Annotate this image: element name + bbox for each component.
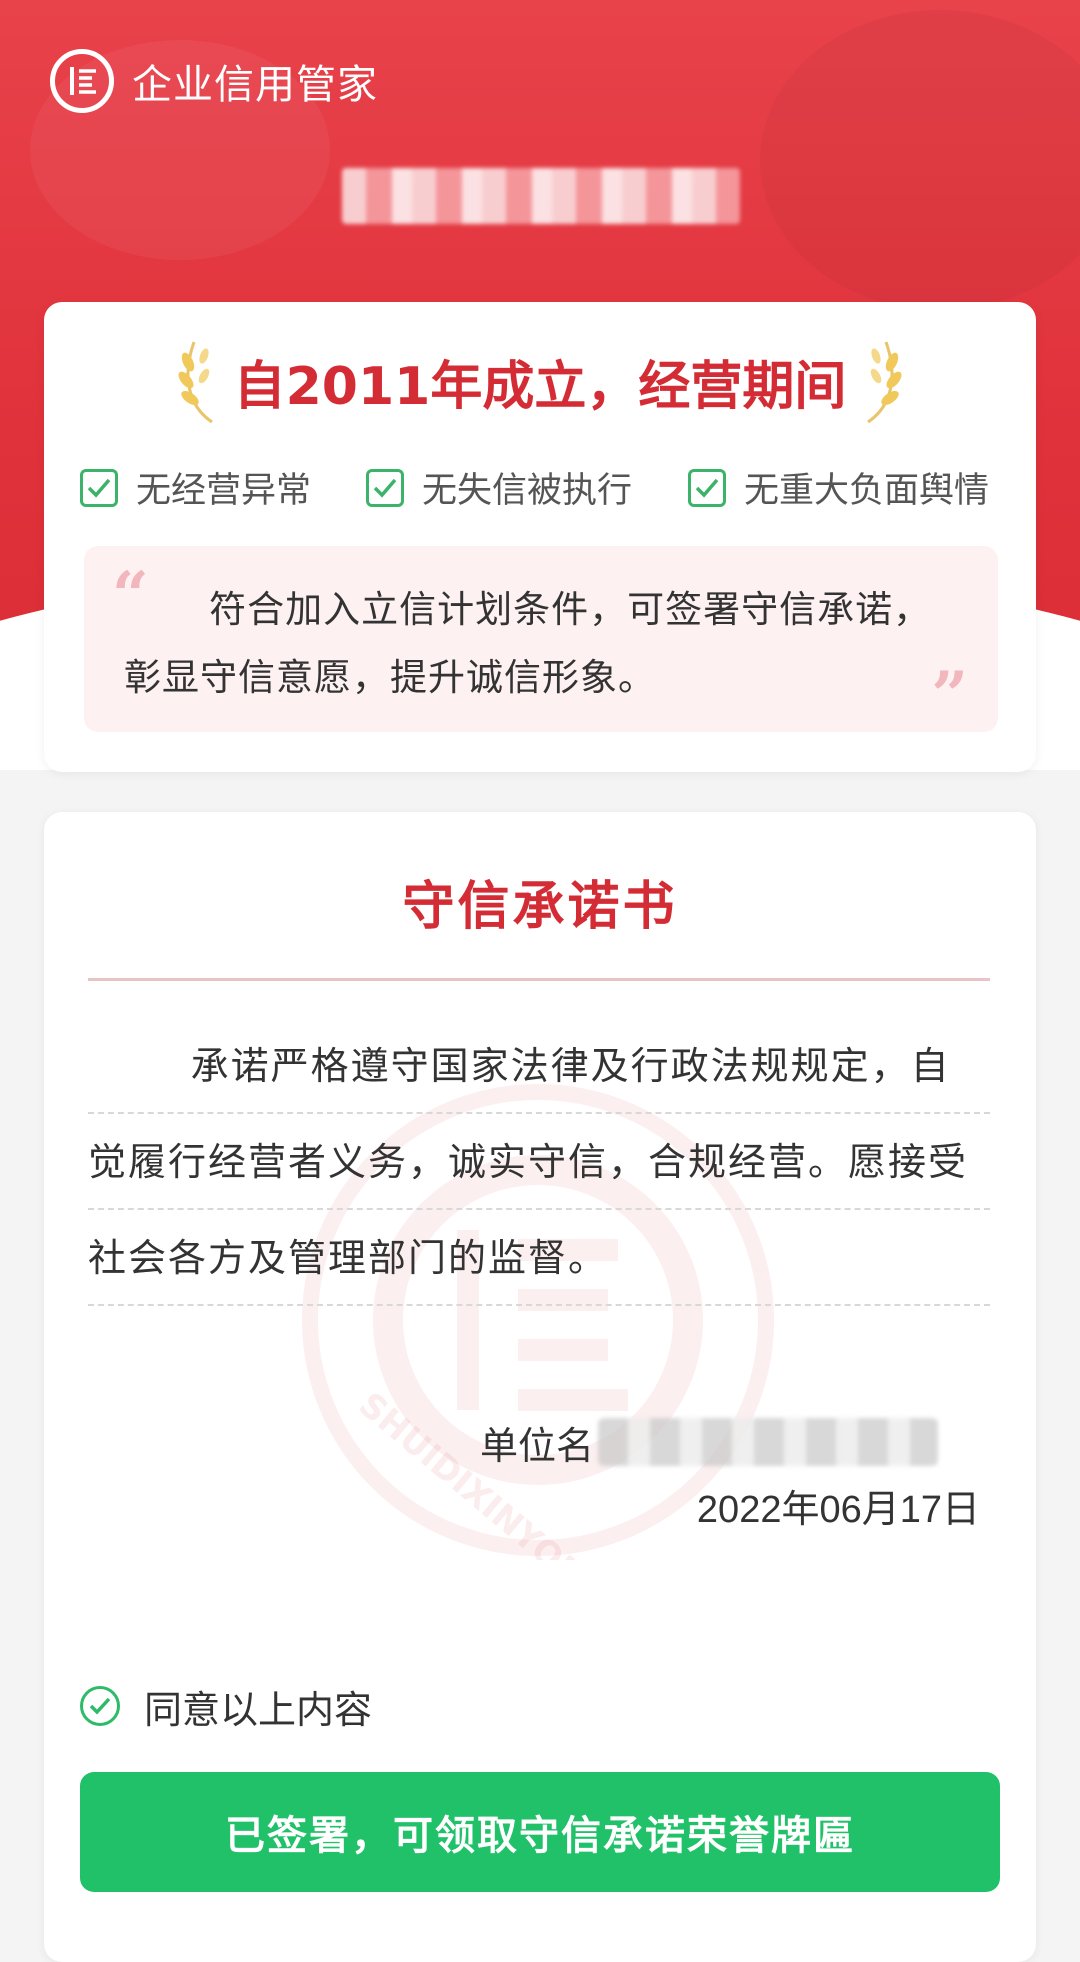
check-label: 无重大负面舆情 bbox=[744, 471, 990, 511]
check-item-no-negative-news: 无重大负面舆情 bbox=[688, 462, 989, 513]
ruled-line bbox=[88, 1112, 990, 1114]
signature-unit: 单位名 bbox=[480, 1412, 939, 1472]
check-circle-icon[interactable] bbox=[80, 1686, 120, 1726]
claim-plaque-button[interactable]: 已签署，可领取守信承诺荣誉牌匾 bbox=[80, 1772, 1000, 1892]
hero-decoration bbox=[760, 10, 1080, 310]
title-divider bbox=[88, 978, 990, 981]
signature-date: 2022年06月17日 bbox=[696, 1489, 980, 1531]
unit-name-redacted bbox=[598, 1418, 939, 1466]
company-name-redacted bbox=[342, 168, 740, 224]
check-label: 无失信被执行 bbox=[422, 471, 633, 511]
letter-body: 承诺严格遵守国家法律及行政法规规定，自觉履行经营者义务，诚实守信，合规经营。愿接… bbox=[88, 1018, 990, 1306]
checkmark-icon bbox=[366, 468, 404, 507]
checkmark-icon bbox=[80, 468, 118, 507]
status-checks: 无经营异常 无失信被执行 无重大负面舆情 bbox=[80, 462, 1040, 512]
unit-label: 单位名 bbox=[480, 1423, 595, 1468]
agree-label: 同意以上内容 bbox=[144, 1687, 373, 1732]
check-item-no-dishonest: 无失信被执行 bbox=[366, 462, 632, 513]
close-quote-icon: ” bbox=[931, 658, 968, 733]
ruled-line bbox=[88, 1304, 990, 1306]
letter-title: 守信承诺书 bbox=[402, 877, 678, 937]
app-title: 企业信用管家 bbox=[132, 62, 378, 108]
ruled-line bbox=[88, 1208, 990, 1210]
eligibility-quote: “ 符合加入立信计划条件，可签署守信承诺，彰显守信意愿，提升诚信形象。 ” bbox=[84, 546, 998, 732]
quote-text: 符合加入立信计划条件，可签署守信承诺，彰显守信意愿，提升诚信形象。 bbox=[124, 588, 932, 699]
credit-logo-icon bbox=[50, 49, 114, 113]
check-item-no-abnormal: 无经营异常 bbox=[80, 462, 311, 513]
eligibility-card: 自2011年成立，经营期间 无经营异常 无失信被执行 无重大负面舆情 “ 符合加… bbox=[44, 302, 1036, 772]
agree-checkbox[interactable]: 同意以上内容 bbox=[80, 1676, 372, 1736]
laurel-right-icon bbox=[867, 341, 902, 424]
check-label: 无经营异常 bbox=[136, 471, 312, 511]
checkmark-icon bbox=[688, 468, 726, 507]
app-brand: 企业信用管家 bbox=[50, 48, 378, 114]
